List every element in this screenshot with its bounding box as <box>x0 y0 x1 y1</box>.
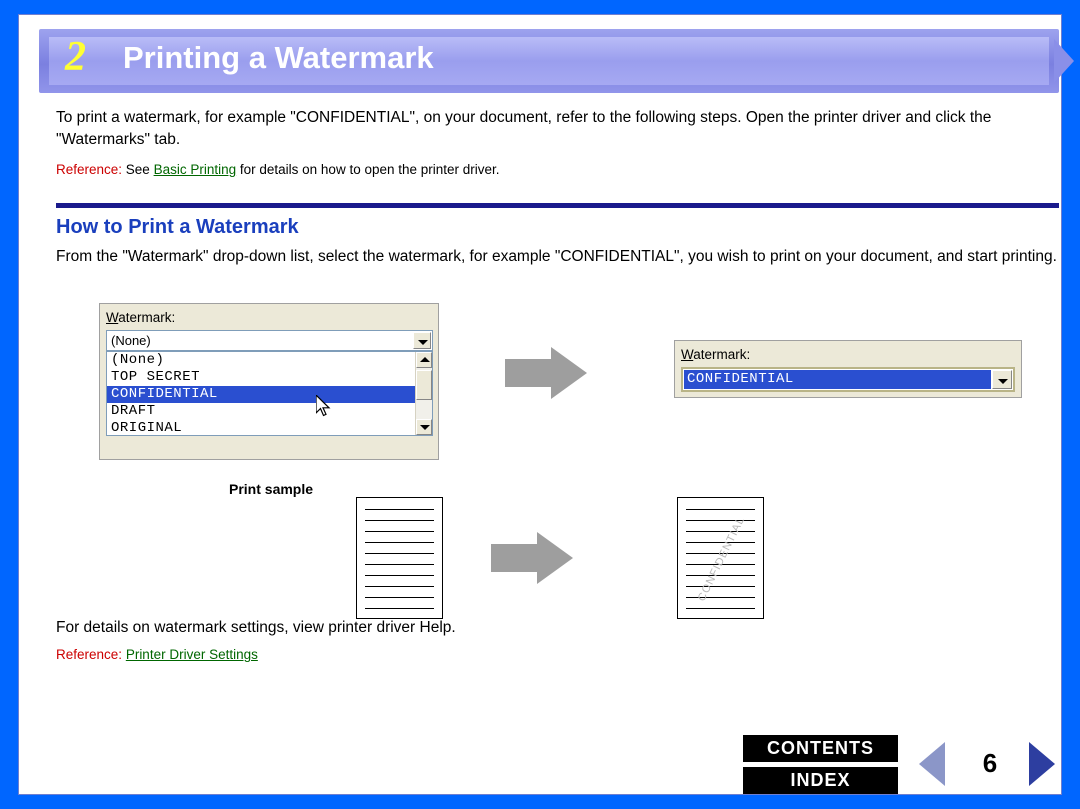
banner-arrow-icon <box>1054 39 1074 83</box>
page-watermark-text: CONFIDENTIAL <box>695 514 748 604</box>
next-page-arrow-icon[interactable] <box>1029 742 1055 786</box>
watermark-combobox-right-value: CONFIDENTIAL <box>687 371 794 387</box>
reference-prefix: See <box>122 162 154 177</box>
reference-printer-driver-settings: Reference: Printer Driver Settings <box>56 646 258 664</box>
link-printer-driver-settings[interactable]: Printer Driver Settings <box>126 647 258 662</box>
mouse-cursor-icon <box>316 395 331 417</box>
chevron-down-icon <box>998 379 1008 384</box>
chapter-banner: 2 Printing a Watermark <box>39 29 1074 93</box>
watermark-combobox-left[interactable]: (None) <box>106 330 433 351</box>
scroll-down-button[interactable] <box>416 419 432 435</box>
reference-suffix: for details on how to open the printer d… <box>236 162 500 177</box>
watermark-label-right: Watermark: <box>681 347 751 362</box>
page-canvas: 2 Printing a Watermark To print a waterm… <box>18 14 1074 795</box>
link-basic-printing[interactable]: Basic Printing <box>154 162 237 177</box>
scrollbar-thumb[interactable] <box>416 370 432 400</box>
bottom-navigation: CONTENTS INDEX <box>743 735 898 794</box>
scroll-up-button[interactable] <box>416 352 432 368</box>
reference-basic-printing: Reference: See Basic Printing for detail… <box>56 161 500 179</box>
chapter-number: 2 <box>65 34 86 80</box>
watermark-combobox-left-value: (None) <box>111 333 151 348</box>
dropdown-toggle-left[interactable] <box>413 332 431 349</box>
intro-paragraph: To print a watermark, for example "CONFI… <box>56 109 992 148</box>
page-title: Printing a Watermark <box>123 40 434 75</box>
print-sample-label: Print sample <box>229 481 314 497</box>
previous-page-arrow-icon[interactable] <box>919 742 945 786</box>
list-item[interactable]: TOP SECRET <box>107 369 432 386</box>
section-title: How to Print a Watermark <box>56 216 299 238</box>
list-item[interactable]: (None) <box>107 352 432 369</box>
contents-button[interactable]: CONTENTS <box>743 735 898 762</box>
chevron-down-icon <box>418 340 428 345</box>
caret-up-icon <box>420 357 430 362</box>
section-body: From the "Watermark" drop-down list, sel… <box>56 248 1057 265</box>
watermark-selected-dialog: Watermark: CONFIDENTIAL <box>674 340 1022 398</box>
footer-note: For details on watermark settings, view … <box>56 619 456 636</box>
watermark-dropdown-open-dialog: Watermark: (None) (None) TOP SECRET CONF… <box>99 303 439 460</box>
page-number: 6 <box>982 748 998 778</box>
watermark-option-list[interactable]: (None) TOP SECRET CONFIDENTIAL DRAFT ORI… <box>106 351 433 436</box>
print-sample-watermarked-page: CONFIDENTIAL <box>677 497 764 619</box>
dropdown-toggle-right[interactable] <box>992 370 1012 389</box>
print-sample-plain-page <box>356 497 443 619</box>
list-item[interactable]: ORIGINAL <box>107 420 432 437</box>
list-scrollbar[interactable] <box>415 352 432 435</box>
index-button[interactable]: INDEX <box>743 767 898 794</box>
caret-down-icon <box>420 425 430 430</box>
section-divider <box>56 203 1059 208</box>
list-item[interactable]: CONFIDENTIAL <box>107 386 432 403</box>
flow-arrow-2-icon <box>491 532 575 584</box>
list-item[interactable]: DRAFT <box>107 403 432 420</box>
reference-label: Reference: <box>56 647 123 662</box>
reference-label: Reference: <box>56 162 123 177</box>
flow-arrow-1-icon <box>505 347 589 399</box>
watermark-combobox-right[interactable]: CONFIDENTIAL <box>681 367 1015 392</box>
watermark-label-left: Watermark: <box>106 310 176 325</box>
page-text-lines <box>365 509 434 619</box>
